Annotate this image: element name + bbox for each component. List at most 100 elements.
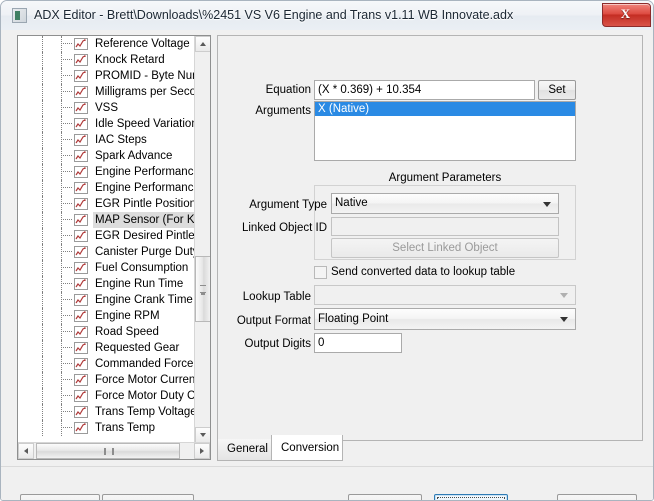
tree-guide-line <box>61 260 62 276</box>
tree-connector-line <box>61 235 72 236</box>
tree-item[interactable]: IAC Steps <box>18 132 195 148</box>
tab-strip: General Conversion <box>217 435 643 462</box>
tree-item-label: PROMID - Byte Number <box>95 70 195 82</box>
tree-guide-line <box>61 292 62 308</box>
tree-item-label: Trans Temp <box>95 422 156 434</box>
output-digits-input[interactable]: 0 <box>314 333 402 353</box>
save-as-button-label: Save As... <box>349 495 421 500</box>
tree-guide-line <box>61 36 62 52</box>
linked-object-id-input[interactable] <box>331 217 559 236</box>
tree-guide-line <box>42 420 43 436</box>
tree-item[interactable]: Force Motor Current <box>18 372 195 388</box>
tree-item[interactable]: Engine Performance 50 <box>18 180 195 196</box>
lookup-table-select[interactable] <box>314 285 576 305</box>
tab-conversion[interactable]: Conversion <box>271 435 343 461</box>
chart-line-icon <box>74 118 88 130</box>
chart-line-icon <box>74 198 88 210</box>
save-button-label: Save <box>435 495 507 500</box>
tree-connector-line <box>61 75 72 76</box>
tree-item[interactable]: Engine Performance 100 <box>18 164 195 180</box>
tree-item[interactable]: Reference Voltage <box>18 36 195 52</box>
chart-line-icon <box>74 278 88 290</box>
set-button[interactable]: Set <box>538 80 576 100</box>
tree-guide-line <box>61 244 62 260</box>
argument-type-label: Argument Type <box>249 199 327 211</box>
tree-item[interactable]: VSS <box>18 100 195 116</box>
arguments-list-item[interactable]: X (Native) <box>315 102 575 116</box>
tree-guide-line <box>61 388 62 404</box>
tree-guide-line <box>42 100 43 116</box>
tree-horizontal-scrollbar[interactable] <box>18 442 210 459</box>
chart-line-icon <box>74 214 88 226</box>
tree-item[interactable]: Trans Temp <box>18 420 195 436</box>
tree-connector-line <box>61 187 72 188</box>
tab-general[interactable]: General <box>217 439 272 461</box>
tree-item[interactable]: Engine RPM <box>18 308 195 324</box>
tree-guide-line <box>61 356 62 372</box>
scroll-left-button[interactable] <box>18 443 34 459</box>
equation-input[interactable]: (X * 0.369) + 10.354 <box>314 80 535 100</box>
tree-item[interactable]: Fuel Consumption <box>18 260 195 276</box>
tree-item[interactable]: Idle Speed Variation <box>18 116 195 132</box>
tree-guide-line <box>42 404 43 420</box>
tree-item[interactable]: EGR Desired Pintle Positi <box>18 228 195 244</box>
tree-item-label: Idle Speed Variation <box>95 118 195 130</box>
save-as-button[interactable]: Save As... <box>348 494 422 500</box>
chart-line-icon <box>74 262 88 274</box>
tree-item-label: Commanded Force Moto <box>95 358 195 370</box>
add-new-item-button[interactable]: Add New Item <box>102 494 194 500</box>
tree-guide-line <box>42 308 43 324</box>
tree-item-label: Force Motor Duty Cycle <box>95 390 195 402</box>
select-linked-object-button[interactable]: Select Linked Object <box>331 238 559 258</box>
output-format-select[interactable]: Floating Point <box>314 308 576 330</box>
cancel-button[interactable]: Cancel <box>557 494 637 500</box>
output-digits-label: Output Digits <box>244 338 311 350</box>
tree-connector-line <box>61 43 72 44</box>
tree-item[interactable]: Force Motor Duty Cycle <box>18 388 195 404</box>
tree-item[interactable]: Trans Temp Voltage <box>18 404 195 420</box>
chart-line-icon <box>74 150 88 162</box>
tree-item-label: Force Motor Current <box>95 374 195 386</box>
tree-connector-line <box>61 363 72 364</box>
tree-item[interactable]: Engine Crank Time <box>18 292 195 308</box>
tree-connector-line <box>61 107 72 108</box>
tree-item[interactable]: Canister Purge Duty Cyc <box>18 244 195 260</box>
client-area: Reference Voltage Knock Retard PROMID - By… <box>1 30 653 500</box>
tree-item-label: EGR Desired Pintle Positi <box>95 230 195 242</box>
tree-guide-line <box>42 84 43 100</box>
tree-connector-line <box>61 347 72 348</box>
tree-item[interactable]: Requested Gear <box>18 340 195 356</box>
chart-line-icon <box>74 182 88 194</box>
tree-item[interactable]: MAP Sensor (For Kal) <box>18 212 195 228</box>
tree-item[interactable]: Knock Retard <box>18 52 195 68</box>
argument-type-select[interactable]: Native <box>331 193 559 214</box>
chart-line-icon <box>74 422 88 434</box>
tree-horizontal-scroll-thumb[interactable] <box>36 443 180 459</box>
tree-connector-line <box>61 379 72 380</box>
scroll-down-button[interactable] <box>195 427 210 443</box>
tree-guide-line <box>42 36 43 52</box>
delete-button[interactable]: Delete <box>20 494 100 500</box>
tree-item[interactable]: Road Speed <box>18 324 195 340</box>
arguments-listbox[interactable]: X (Native) <box>314 101 576 161</box>
send-to-lookup-checkbox[interactable] <box>314 266 327 279</box>
scroll-right-button[interactable] <box>194 443 210 459</box>
tree-item[interactable]: EGR Pintle Position <box>18 196 195 212</box>
scroll-up-button[interactable] <box>195 36 210 52</box>
tree-connector-line <box>61 59 72 60</box>
tree-item[interactable]: Spark Advance <box>18 148 195 164</box>
tree-connector-line <box>61 427 72 428</box>
chart-line-icon <box>74 70 88 82</box>
parameter-tree-panel[interactable]: Reference Voltage Knock Retard PROMID - By… <box>17 35 211 460</box>
close-button[interactable]: X <box>602 3 651 27</box>
tree-item[interactable]: Engine Run Time <box>18 276 195 292</box>
tree-guide-line <box>61 164 62 180</box>
chart-line-icon <box>74 310 88 322</box>
tree-connector-line <box>61 171 72 172</box>
tree-item[interactable]: PROMID - Byte Number <box>18 68 195 84</box>
tree-item[interactable]: Milligrams per Second pe <box>18 84 195 100</box>
tree-item[interactable]: Commanded Force Moto <box>18 356 195 372</box>
tree-guide-line <box>61 420 62 436</box>
scroll-left-arrow-icon <box>24 448 28 454</box>
save-button[interactable]: Save <box>434 494 508 500</box>
